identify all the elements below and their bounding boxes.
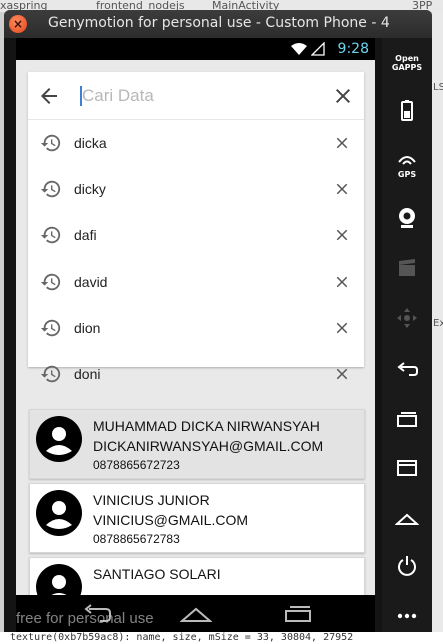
status-time: 9:28	[337, 41, 369, 57]
contact-details: SANTIAGO SOLARI	[93, 564, 221, 584]
window-title: Genymotion for personal use - Custom Pho…	[48, 15, 390, 31]
history-icon	[40, 319, 61, 336]
remove-history-icon[interactable]	[333, 226, 351, 244]
history-item[interactable]: dion	[28, 305, 364, 351]
app-screen: dicka dicky dafi david dion doni MUHAMMAD DIC…	[16, 60, 375, 595]
search-history-list: dicka dicky dafi david dion doni	[28, 120, 364, 397]
desktop-console-line: texture(0xb7b59ac8): name, size, mSize =…	[0, 632, 443, 644]
back-icon[interactable]	[395, 358, 419, 382]
emulator-side-panel: Open GAPPS GPS	[382, 38, 432, 632]
history-item-label: david	[74, 273, 108, 290]
desktop-right-edge: LS Ex	[432, 12, 443, 632]
contact-name: SANTIAGO SOLARI	[93, 566, 221, 582]
desktop: xaspring frontend_nodejs MainActivity 3P…	[0, 0, 443, 644]
contact-email: DICKANIRWANSYAH@GMAIL.COM	[93, 438, 324, 454]
remove-history-icon[interactable]	[333, 319, 351, 337]
search-panel: dicka dicky dafi david dion doni	[28, 72, 364, 383]
home-icon[interactable]	[395, 506, 419, 530]
menu-icon[interactable]	[395, 456, 419, 480]
signal-icon	[311, 42, 325, 56]
history-icon	[40, 227, 61, 244]
nav-home-icon[interactable]	[180, 601, 212, 625]
battery-icon[interactable]	[395, 98, 419, 122]
dpad-icon[interactable]	[395, 306, 419, 330]
power-icon[interactable]	[395, 554, 419, 578]
arrow-back-icon[interactable]	[37, 84, 61, 108]
contact-card[interactable]: VINICIUS JUNIOR VINICIUS@GMAIL.COM 0878865…	[29, 483, 365, 553]
history-item-label: dion	[74, 319, 101, 336]
history-item[interactable]: david	[28, 259, 364, 305]
history-item-label: dicka	[74, 135, 107, 151]
window-close-button[interactable]: ×	[9, 15, 27, 33]
history-icon	[40, 365, 61, 383]
search-bar	[28, 72, 364, 120]
gps-label: GPS	[397, 170, 417, 179]
contact-name: VINICIUS JUNIOR	[93, 492, 210, 508]
avatar	[36, 416, 82, 462]
more-icon[interactable]	[395, 604, 419, 628]
history-item[interactable]: dafi	[28, 212, 364, 258]
history-item-label: dafi	[74, 227, 97, 244]
nav-recents-icon[interactable]	[282, 601, 314, 625]
emulator-window: × Genymotion for personal use - Custom P…	[4, 10, 432, 632]
watermark: free for personal use	[16, 610, 154, 627]
window-titlebar[interactable]: × Genymotion for personal use - Custom P…	[4, 10, 432, 38]
contact-card[interactable]: SANTIAGO SOLARI	[29, 557, 365, 595]
remove-history-icon[interactable]	[333, 273, 351, 291]
desktop-fragment: Ex	[433, 318, 443, 329]
history-item-label: dicky	[74, 181, 106, 198]
contact-details: VINICIUS JUNIOR VINICIUS@GMAIL.COM 0878865…	[93, 490, 248, 548]
history-item[interactable]: doni	[28, 351, 364, 397]
desktop-fragment: LS	[433, 82, 443, 93]
avatar	[36, 490, 82, 536]
webcam-icon[interactable]	[395, 206, 419, 230]
contact-details: MUHAMMAD DICKA NIRWANSYAH DICKANIRWANSYAH…	[93, 416, 323, 474]
history-icon	[40, 180, 61, 198]
avatar	[36, 564, 82, 595]
close-icon[interactable]	[331, 84, 355, 108]
history-icon	[40, 134, 61, 152]
history-item[interactable]: dicka	[28, 120, 364, 166]
wifi-icon	[291, 43, 307, 55]
recent-apps-icon[interactable]	[395, 408, 419, 432]
clapperboard-icon[interactable]	[395, 256, 419, 280]
history-icon	[40, 273, 61, 290]
contact-card[interactable]: MUHAMMAD DICKA NIRWANSYAH DICKANIRWANSYAH…	[29, 409, 365, 479]
contact-name: MUHAMMAD DICKA NIRWANSYAH	[93, 418, 320, 434]
contact-phone: 0878865672783	[93, 532, 180, 546]
contact-email: VINICIUS@GMAIL.COM	[93, 512, 249, 528]
remove-history-icon[interactable]	[333, 134, 351, 152]
remove-history-icon[interactable]	[333, 180, 351, 198]
history-item-label: doni	[74, 365, 101, 382]
android-status-bar: 9:28	[16, 38, 375, 60]
open-gapps-label[interactable]: Open GAPPS	[382, 54, 432, 72]
history-item[interactable]: dicky	[28, 166, 364, 212]
search-input[interactable]	[82, 82, 312, 110]
contact-phone: 0878865672723	[93, 458, 180, 472]
remove-history-icon[interactable]	[333, 365, 351, 383]
